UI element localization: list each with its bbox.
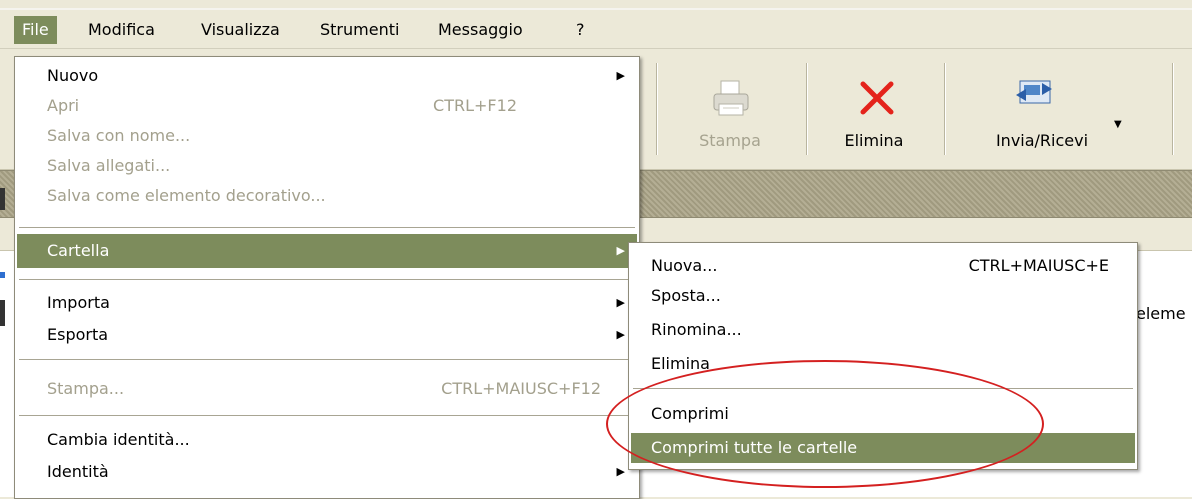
menu-separator	[19, 415, 635, 416]
menu-item-label: Identità	[47, 462, 109, 481]
red-x-icon	[860, 81, 894, 115]
menu-item-stampa[interactable]: Stampa... CTRL+MAIUSC+F12	[17, 374, 637, 404]
menu-separator	[19, 227, 635, 228]
toolbar-separator	[1172, 63, 1173, 155]
menu-item-label: Salva con nome...	[47, 126, 191, 145]
submenu-item-sposta[interactable]: Sposta...	[631, 281, 1135, 311]
triangle-right-icon: ▶	[616, 465, 625, 478]
menu-item-label: Rinomina...	[651, 320, 742, 339]
menu-item-shortcut: CTRL+MAIUSC+E	[968, 256, 1109, 275]
window-top-edge	[0, 0, 1192, 10]
menu-item-label: Salva come elemento decorativo...	[47, 186, 326, 205]
submenu-item-nuova[interactable]: Nuova... CTRL+MAIUSC+E	[631, 251, 1135, 281]
menu-item-importa[interactable]: Importa ▶	[17, 288, 637, 318]
menu-messaggio[interactable]: Messaggio	[430, 16, 531, 44]
window-edge-fragment	[0, 300, 5, 326]
delete-button[interactable]: Elimina	[816, 63, 932, 155]
menu-item-label: Cambia identità...	[47, 430, 190, 449]
menu-bar: File Modifica Visualizza Strumenti Messa…	[0, 10, 1192, 49]
menu-item-label: Nuova...	[651, 256, 718, 275]
menu-item-cartella[interactable]: Cartella ▶	[17, 234, 637, 268]
menu-item-salva-elemento-decorativo[interactable]: Salva come elemento decorativo...	[17, 181, 637, 211]
toolbar-separator	[806, 63, 807, 155]
triangle-right-icon: ▶	[616, 69, 625, 82]
menu-separator	[19, 279, 635, 280]
triangle-right-icon: ▶	[616, 328, 625, 341]
menu-item-salva-con-nome[interactable]: Salva con nome...	[17, 121, 637, 151]
menu-modifica[interactable]: Modifica	[80, 16, 163, 44]
menu-visualizza[interactable]: Visualizza	[193, 16, 288, 44]
triangle-right-icon: ▶	[616, 244, 625, 257]
menu-item-label: Salva allegati...	[47, 156, 171, 175]
dropdown-arrow-icon[interactable]: ▼	[1114, 119, 1122, 130]
menu-help[interactable]: ?	[568, 16, 593, 44]
submenu-item-rinomina[interactable]: Rinomina...	[631, 315, 1135, 345]
menu-item-shortcut: CTRL+F12	[433, 96, 517, 115]
send-receive-icon	[1016, 80, 1052, 104]
menu-item-nuovo[interactable]: Nuovo ▶	[17, 61, 637, 91]
menu-item-label: Importa	[47, 293, 110, 312]
menu-item-shortcut: CTRL+MAIUSC+F12	[441, 379, 601, 398]
menu-item-label: Apri	[47, 96, 80, 115]
menu-item-esporta[interactable]: Esporta ▶	[17, 320, 637, 350]
toolbar-separator	[944, 63, 945, 155]
menu-file[interactable]: File	[14, 16, 57, 44]
menu-strumenti[interactable]: Strumenti	[312, 16, 407, 44]
print-button[interactable]: Stampa	[666, 63, 794, 155]
print-label: Stampa	[699, 131, 761, 150]
file-menu: Nuovo ▶ Apri CTRL+F12 Salva con nome... …	[14, 56, 640, 499]
menu-item-apri[interactable]: Apri CTRL+F12	[17, 91, 637, 121]
triangle-right-icon: ▶	[616, 296, 625, 309]
send-receive-label: Invia/Ricevi	[995, 131, 1089, 150]
send-receive-button[interactable]: Invia/Ricevi ▼	[954, 63, 1130, 155]
menu-item-identita[interactable]: Identità ▶	[17, 457, 637, 487]
menu-item-label: Stampa...	[47, 379, 125, 398]
menu-item-label: Sposta...	[651, 286, 721, 305]
menu-item-label: Cartella	[47, 241, 110, 260]
menu-item-label: Esporta	[47, 325, 109, 344]
menu-item-label: Nuovo	[47, 66, 99, 85]
window-edge-fragment	[0, 188, 5, 210]
menu-separator	[19, 359, 635, 360]
content-text-fragment: eleme	[1136, 304, 1186, 323]
toolbar-separator	[656, 63, 657, 155]
delete-label: Elimina	[844, 131, 904, 150]
annotation-ellipse	[606, 360, 1044, 488]
menu-item-cambia-identita[interactable]: Cambia identità...	[17, 425, 637, 455]
menu-item-salva-allegati[interactable]: Salva allegati...	[17, 151, 637, 181]
printer-icon	[713, 80, 749, 116]
window-edge-fragment	[0, 272, 5, 278]
